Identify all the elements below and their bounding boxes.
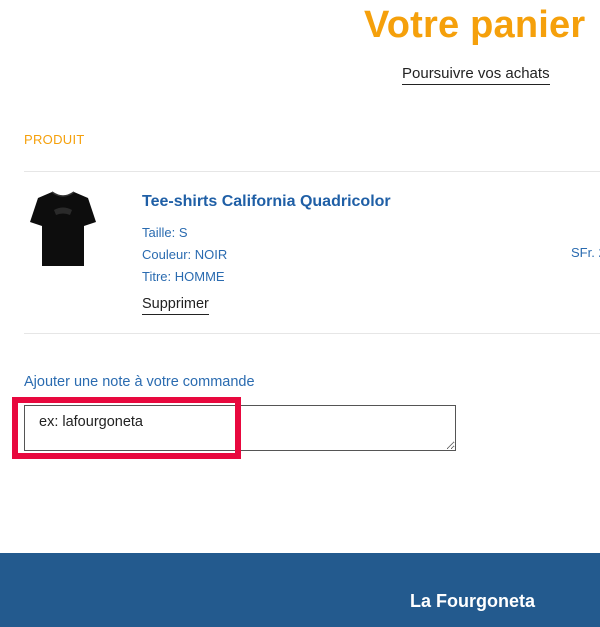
divider: [24, 333, 600, 334]
order-note-label: Ajouter une note à votre commande: [24, 374, 255, 390]
footer-brand: La Fourgoneta: [410, 591, 535, 611]
product-title-link[interactable]: Tee-shirts California Quadricolor: [142, 193, 391, 211]
variant-color: Couleur: NOIR: [142, 247, 228, 262]
site-footer: La Fourgoneta: [0, 553, 600, 627]
remove-item-link[interactable]: Supprimer: [142, 296, 209, 315]
column-header-product: PRODUIT: [24, 132, 85, 147]
item-price: SFr. 2: [571, 245, 600, 260]
divider: [24, 171, 600, 172]
page-title: Votre panier: [364, 4, 586, 46]
order-note-textarea[interactable]: [24, 405, 456, 451]
product-image[interactable]: [30, 188, 96, 270]
tshirt-icon: [30, 191, 96, 266]
variant-size: Taille: S: [142, 225, 188, 240]
variant-fit: Titre: HOMME: [142, 269, 225, 284]
continue-shopping-link[interactable]: Poursuivre vos achats: [402, 65, 550, 85]
